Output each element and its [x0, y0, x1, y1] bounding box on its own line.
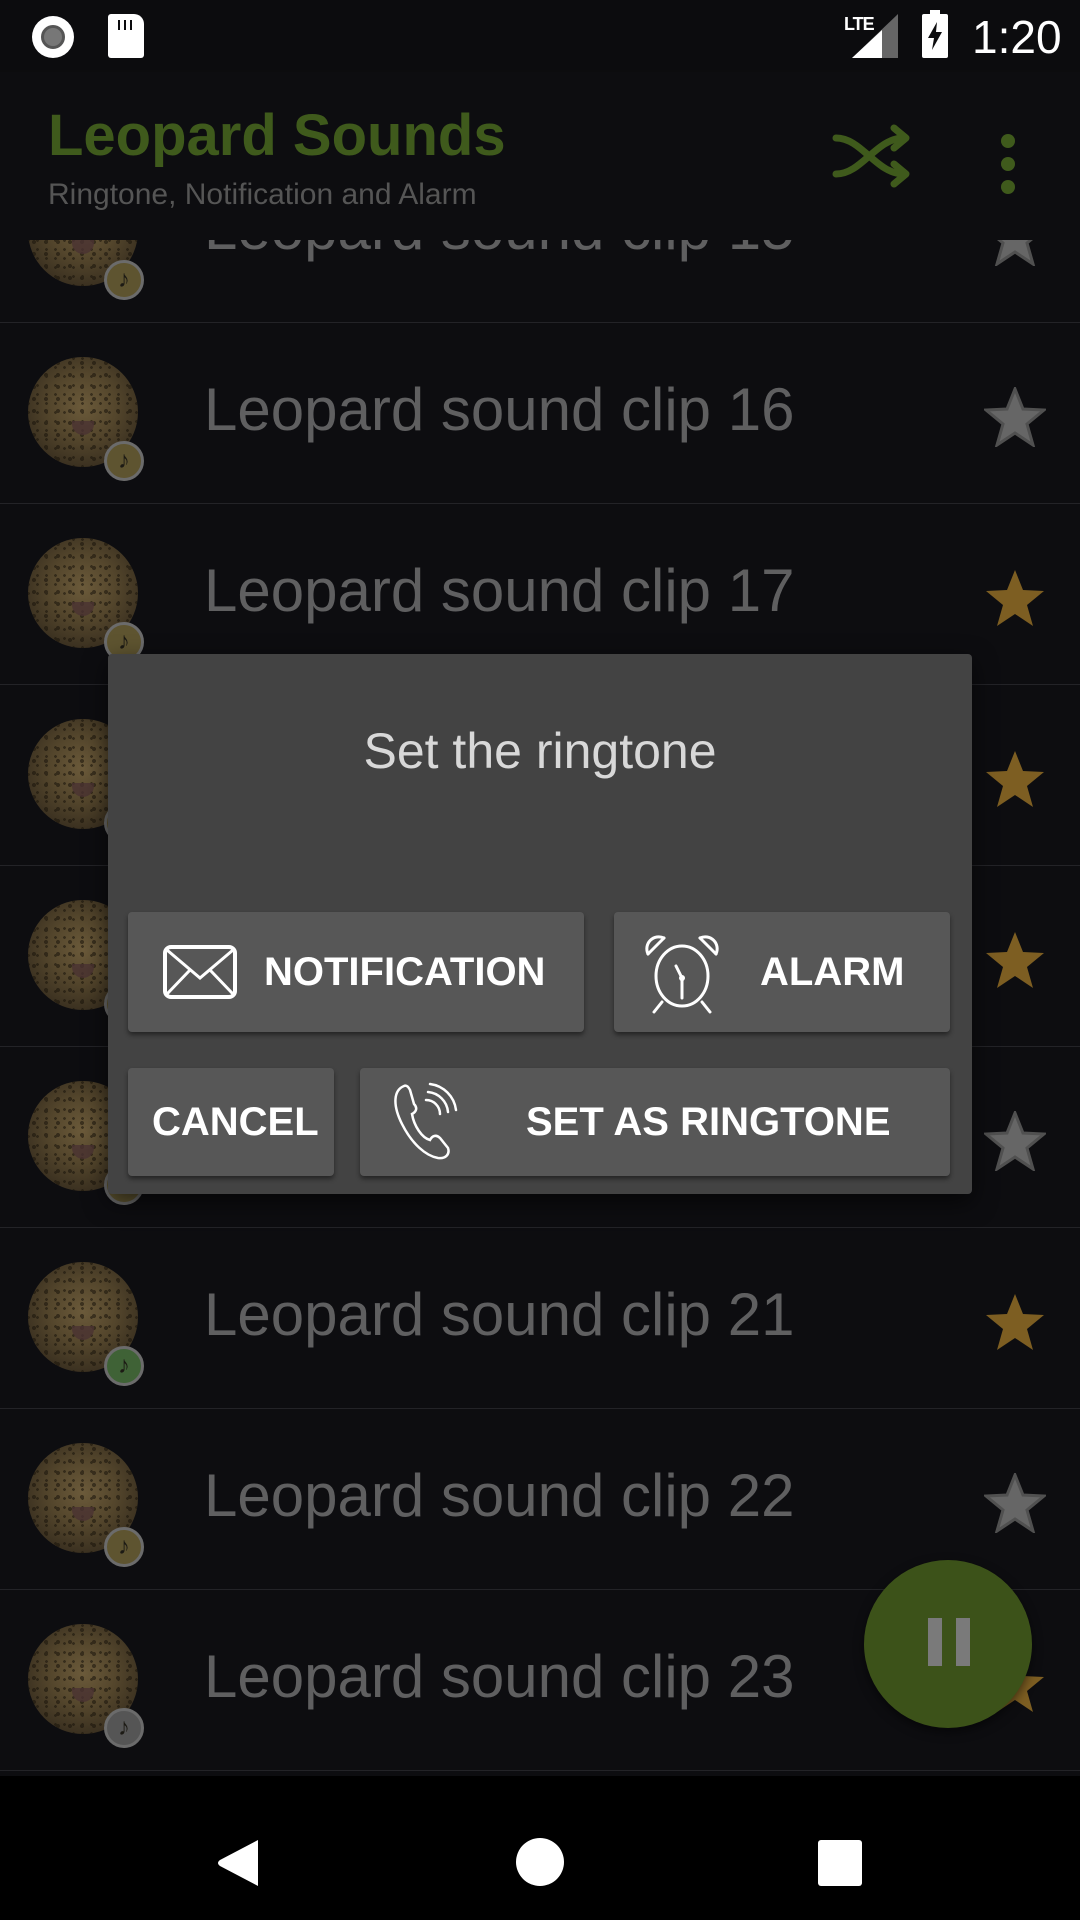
favorite-star-filled-icon[interactable] — [984, 749, 1046, 809]
battery-charging-icon — [922, 10, 948, 58]
recents-icon[interactable] — [818, 1840, 862, 1886]
notification-label: NOTIFICATION — [264, 950, 546, 994]
sound-title: Leopard sound clip 23 — [204, 1643, 795, 1710]
list-item[interactable]: ♪ Leopard sound clip 22 — [0, 1409, 1080, 1590]
alarm-button[interactable]: ALARM — [614, 912, 950, 1032]
alarm-label: ALARM — [760, 950, 905, 994]
pause-button[interactable] — [864, 1560, 1032, 1728]
alarm-clock-icon — [645, 935, 719, 1014]
clock: 1:20 — [972, 11, 1062, 63]
sound-title: Leopard sound clip 21 — [204, 1281, 795, 1348]
screen: LTE 1:20 Leopard Sounds Ringtone, Notifi… — [0, 0, 1080, 1920]
favorite-star-empty-icon[interactable] — [984, 1473, 1046, 1533]
more-vert-icon[interactable] — [994, 132, 1022, 196]
list-item[interactable]: ♪ Leopard sound clip 21 — [0, 1228, 1080, 1409]
status-bar: LTE 1:20 — [0, 0, 1080, 72]
favorite-star-empty-icon[interactable] — [984, 387, 1046, 447]
favorite-star-filled-icon[interactable] — [984, 568, 1046, 628]
sd-card-icon — [108, 14, 144, 58]
cancel-label: CANCEL — [152, 1100, 319, 1144]
list-item[interactable]: ♪ Leopard sound clip 15 — [0, 240, 1080, 323]
network-type: LTE — [844, 14, 875, 34]
favorite-star-filled-icon[interactable] — [984, 930, 1046, 990]
sound-title: Leopard sound clip 17 — [204, 557, 795, 624]
shuffle-icon[interactable] — [832, 124, 916, 188]
music-note-icon: ♪ — [104, 260, 144, 300]
music-note-icon: ♪ — [104, 1527, 144, 1567]
music-note-icon: ♪ — [104, 441, 144, 481]
navigation-bar — [0, 1776, 1080, 1920]
app-subtitle: Ringtone, Notification and Alarm — [48, 178, 477, 211]
sound-title: Leopard sound clip 16 — [204, 376, 795, 443]
set-ringtone-dialog: Set the ringtone NOTIFICATION ALARM CANC… — [108, 654, 972, 1194]
app-title: Leopard Sounds — [48, 103, 506, 168]
favorite-star-empty-icon[interactable] — [984, 1111, 1046, 1171]
set-as-ringtone-button[interactable]: SET AS RINGTONE — [360, 1068, 950, 1176]
screen-record-icon — [32, 16, 74, 58]
home-icon[interactable] — [516, 1838, 564, 1886]
favorite-star-filled-icon[interactable] — [984, 1292, 1046, 1352]
sound-title: Leopard sound clip 15 — [204, 240, 794, 263]
dialog-title: Set the ringtone — [363, 723, 717, 779]
envelope-icon — [163, 945, 237, 999]
set-as-ringtone-label: SET AS RINGTONE — [526, 1100, 891, 1144]
back-icon[interactable] — [216, 1838, 262, 1888]
cancel-button[interactable]: CANCEL — [128, 1068, 334, 1176]
notification-button[interactable]: NOTIFICATION — [128, 912, 584, 1032]
app-bar: Leopard Sounds Ringtone, Notification an… — [0, 72, 1080, 240]
sound-title: Leopard sound clip 22 — [204, 1462, 795, 1529]
list-item[interactable]: ♪ Leopard sound clip 16 — [0, 323, 1080, 504]
favorite-star-empty-icon[interactable] — [984, 240, 1046, 266]
phone-ringing-icon — [394, 1082, 458, 1160]
pause-icon — [928, 1618, 942, 1666]
music-note-icon: ♪ — [104, 1346, 144, 1386]
music-note-icon: ♪ — [104, 1708, 144, 1748]
